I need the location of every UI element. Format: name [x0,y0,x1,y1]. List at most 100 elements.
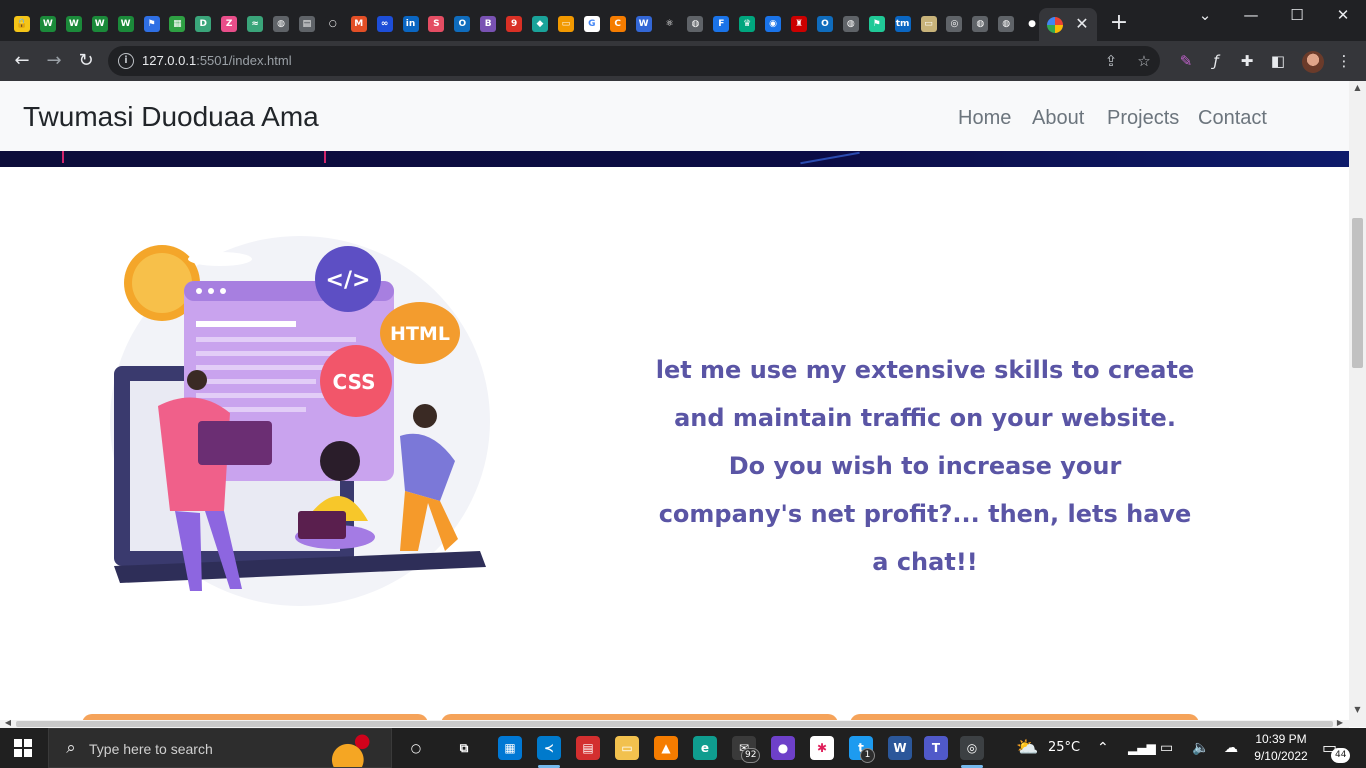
tab-search-button[interactable]: ⌄ [1190,4,1220,26]
back-icon[interactable]: ← [10,49,34,73]
nav-projects[interactable]: Projects [1107,105,1179,131]
cortana-icon[interactable]: ○ [404,736,428,760]
weather-icon[interactable]: ⛅ [1016,738,1038,758]
globe-icon[interactable]: ◍ [273,16,289,32]
windows-start-icon[interactable] [14,739,32,757]
forward-icon[interactable]: → [42,49,66,73]
vertical-scrollbar[interactable]: ▲ ▼ [1349,81,1366,727]
redhat-icon[interactable]: ♜ [791,16,807,32]
scroll-up-icon[interactable]: ▲ [1349,81,1366,95]
scrollbar-thumb[interactable] [16,721,1333,727]
active-tab[interactable]: ✕ [1039,8,1097,41]
word-icon[interactable]: W [888,736,912,760]
card-icon[interactable]: ▭ [920,16,937,32]
react-icon[interactable]: ⚛ [661,16,678,32]
chrome-icon[interactable]: ◎ [960,736,984,760]
windows-taskbar: ⌕ Type here to search ○⧉▦≺▤▭▲e✉●✱tWT◎ 92… [0,728,1366,768]
web-development-illustration: </> HTML CSS [110,236,490,606]
extensions-puzzle-icon[interactable]: ✚ [1237,51,1257,71]
w-icon[interactable]: W [635,16,652,32]
side-panel-icon[interactable]: ◧ [1268,51,1288,71]
taskbar-search-box[interactable]: ⌕ Type here to search [48,728,392,768]
task-view-icon[interactable]: ⧉ [452,736,476,760]
search-icon: ⌕ [66,738,76,758]
bookmark-lock-icon[interactable]: 🔒 [14,16,30,32]
wordle-icon[interactable]: W [65,16,82,32]
pen-extension-icon[interactable]: ✎ [1176,51,1196,71]
reload-icon[interactable]: ↻ [74,49,98,73]
scribd-icon[interactable]: S [428,16,445,32]
slack-icon[interactable]: ✱ [810,736,834,760]
crown-icon[interactable]: ♛ [739,16,756,32]
new-tab-button[interactable]: + [1108,12,1130,34]
scroll-down-icon[interactable]: ▼ [1349,703,1366,717]
onedrive-icon[interactable]: ☁ [1224,738,1238,758]
maximize-button[interactable]: ☐ [1282,4,1312,26]
globe-icon[interactable]: ◍ [842,16,859,32]
wordle-icon[interactable]: W [117,16,134,32]
wordle-icon[interactable]: W [91,16,108,32]
site-info-icon[interactable]: i [118,53,134,69]
site-brand[interactable]: Twumasi Duoduaa Ama [23,99,319,135]
bookmark-star-icon[interactable]: ☆ [1134,51,1154,71]
font-extension-icon[interactable]: ƒ [1206,51,1226,71]
globe-icon[interactable]: ◍ [972,16,989,32]
teams-icon[interactable]: T [924,736,948,760]
system-clock[interactable]: 10:39 PM 9/10/2022 [1252,731,1310,765]
vscode-icon[interactable]: ≺ [537,736,561,760]
shop-icon[interactable]: C [609,16,626,32]
store-icon[interactable]: ▦ [498,736,522,760]
zb-icon[interactable]: Z [221,16,238,32]
doc-icon[interactable]: ▤ [298,16,315,32]
chrome-icon[interactable]: ◎ [946,16,963,32]
show-hidden-icons-icon[interactable]: ⌃ [1097,738,1109,758]
linkedin-icon[interactable]: in [402,16,419,32]
focus-icon[interactable]: F [713,16,730,32]
network-icon[interactable]: ▂▄▆ [1128,738,1156,758]
outlook-icon[interactable]: O [454,16,471,32]
edge-icon[interactable]: e [693,736,717,760]
address-bar[interactable]: i 127.0.0.1:5501/index.html ⇪ ☆ [108,46,1160,76]
nav-contact[interactable]: Contact [1198,105,1267,131]
code-icon[interactable]: ≈ [247,16,264,32]
menu-kebab-icon[interactable]: ⋮ [1334,51,1354,71]
globe-icon[interactable]: ◍ [998,16,1015,32]
volume-icon[interactable]: 🔈 [1192,738,1209,758]
browser-toolbar: ← → ↻ i 127.0.0.1:5501/index.html ⇪ ☆ ✎ … [0,41,1366,81]
globe-icon[interactable]: ◍ [687,16,704,32]
circle-icon[interactable]: ○ [324,16,341,32]
horizontal-scrollbar[interactable]: ◀ ▶ [0,718,1349,728]
folder-icon[interactable]: ▭ [557,16,574,32]
reddit-icon[interactable]: ◉ [765,16,782,32]
battery-icon[interactable]: ▭ [1160,738,1173,758]
vlc-icon[interactable]: ▲ [654,736,678,760]
search-highlight-image[interactable] [319,731,391,767]
github-desktop-icon[interactable]: ● [771,736,795,760]
loop-icon[interactable]: ∞ [376,16,393,32]
pdf-icon[interactable]: ▤ [576,736,600,760]
scrollbar-thumb[interactable] [1352,218,1363,368]
wordle-icon[interactable]: W [39,16,56,32]
bootstrap-icon[interactable]: B [480,16,497,32]
nav-about[interactable]: About [1032,105,1084,131]
d-app-icon[interactable]: D [195,16,212,32]
flag-icon[interactable]: ⚑ [868,16,885,32]
close-tab-icon[interactable]: ✕ [1073,13,1091,35]
share-icon[interactable]: ⇪ [1101,51,1121,71]
mo-icon[interactable]: M [350,16,367,32]
minimize-button[interactable]: — [1236,4,1266,26]
nav-home[interactable]: Home [958,105,1011,131]
outlook-icon[interactable]: O [816,16,833,32]
profile-avatar[interactable] [1302,51,1324,73]
tm-icon[interactable]: tm [894,16,911,32]
flag-icon[interactable]: ⚑ [143,16,160,32]
calendar-icon[interactable]: ▦ [169,16,186,32]
diamond-icon[interactable]: ◆ [532,16,548,32]
google-icon[interactable]: G [583,16,600,32]
nine-icon[interactable]: 9 [506,16,523,32]
github-icon[interactable]: ● [1024,16,1041,32]
temperature-text[interactable]: 25°C [1048,738,1080,758]
url-text[interactable]: 127.0.0.1:5501/index.html [142,53,292,69]
file-explorer-icon[interactable]: ▭ [615,736,639,760]
close-window-button[interactable]: ✕ [1328,4,1358,26]
